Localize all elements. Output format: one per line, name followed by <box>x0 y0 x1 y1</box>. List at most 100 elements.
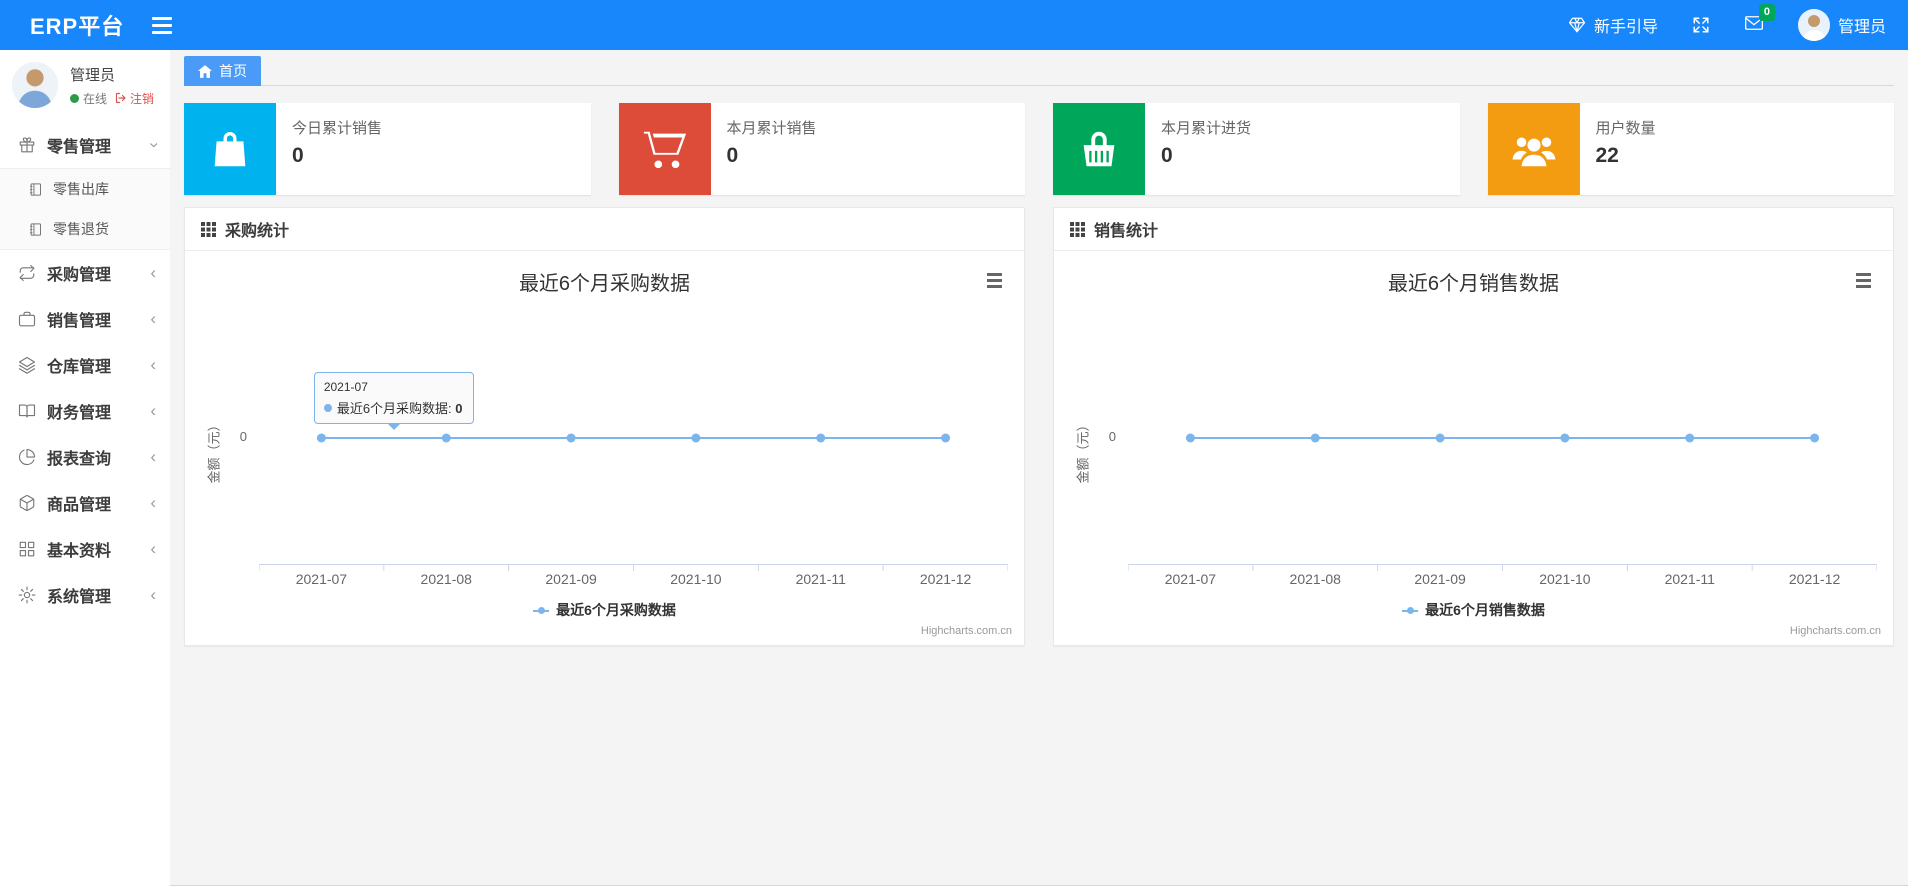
tab-home-label: 首页 <box>219 63 247 79</box>
chevron-left-icon: ‹ <box>150 493 156 512</box>
sidebar-item-button[interactable]: 仓库管理 ‹ <box>0 342 170 388</box>
chevron-left-icon: ‹ <box>150 585 156 604</box>
stat-card-1[interactable]: 本月累计销售 0 <box>618 103 1025 195</box>
stat-card-0[interactable]: 今日累计销售 0 <box>184 103 591 195</box>
chart-context-menu-icon[interactable] <box>987 273 1002 288</box>
stat-card-3[interactable]: 用户数量 22 <box>1487 103 1894 195</box>
sidebar-item-label: 报表查询 <box>47 451 112 468</box>
stat-card-title: 今日累计销售 <box>292 120 383 137</box>
x-axis-line <box>259 564 1008 571</box>
sidebar-item-5: 报表查询 ‹ <box>0 434 170 480</box>
sidebar-item-button[interactable]: 零售管理 ‹ <box>0 122 170 168</box>
sidebar-subitem-button[interactable]: 零售出库 <box>0 169 170 209</box>
sidebar-item-button[interactable]: 商品管理 ‹ <box>0 480 170 526</box>
stat-card-title: 本月累计销售 <box>726 120 817 137</box>
chart-credits[interactable]: Highcharts.com.cn <box>921 625 1012 637</box>
data-point-marker[interactable] <box>1310 433 1320 443</box>
sidebar-item-label: 商品管理 <box>47 497 112 514</box>
sidebar-username: 管理员 <box>70 66 116 84</box>
chevron-left-icon: ‹ <box>150 539 156 558</box>
series-line <box>316 433 951 443</box>
x-axis-label: 2021-11 <box>795 571 846 587</box>
sidebar-submenu: 零售出库 零售退货 <box>0 168 170 250</box>
stat-card-title: 本月累计进货 <box>1161 120 1252 137</box>
x-axis-label: 2021-12 <box>1788 571 1841 587</box>
x-axis-labels: 2021-07 2021-08 2021-09 2021-10 2021-11 2021-… <box>259 571 1008 589</box>
shopping-bag-icon <box>184 103 276 195</box>
sidebar-item-4: 财务管理 ‹ <box>0 388 170 434</box>
data-point-marker[interactable] <box>316 433 326 443</box>
sidebar-item-1: 采购管理 ‹ <box>0 250 170 296</box>
chevron-left-icon: ‹ <box>150 401 156 420</box>
pie-chart-icon <box>18 448 36 466</box>
sidebar-item-label: 零售管理 <box>47 139 112 156</box>
sidebar-subitem-button[interactable]: 零售退货 <box>0 209 170 249</box>
sidebar-item-button[interactable]: 报表查询 ‹ <box>0 434 170 480</box>
panel-title: 销售统计 <box>1094 223 1159 240</box>
sidebar-item-button[interactable]: 基本资料 ‹ <box>0 526 170 572</box>
sidebar-menu: 零售管理 ‹ 零售出库 零售退货 采购管理 ‹ 销售管理 ‹ 仓库管理 ‹ 财务管理 ‹ 报表查询 ‹ 商品… <box>0 122 170 618</box>
stat-card-value: 0 <box>726 144 739 167</box>
fullscreen-button[interactable] <box>1692 16 1710 34</box>
stat-card-2[interactable]: 本月累计进货 0 <box>1053 103 1460 195</box>
sidebar-item-label: 销售管理 <box>47 313 112 330</box>
tab-bar: 首页 <box>184 56 1894 86</box>
data-point-marker[interactable] <box>1435 433 1445 443</box>
chart-context-menu-icon[interactable] <box>1856 273 1871 288</box>
x-axis-label: 2021-10 <box>1539 571 1591 587</box>
repeat-icon <box>18 264 36 282</box>
data-point-marker[interactable] <box>1685 433 1695 443</box>
data-point-marker[interactable] <box>816 433 826 443</box>
sidebar-item-label: 系统管理 <box>47 589 112 606</box>
chart-legend[interactable]: 最近6个月销售数据 <box>1054 600 1893 620</box>
sidebar-subitem-label: 零售出库 <box>53 181 109 197</box>
grid-icon <box>18 540 36 558</box>
messages-button[interactable]: 0 <box>1744 3 1775 37</box>
x-axis-line <box>1128 564 1877 571</box>
sidebar-item-button[interactable]: 财务管理 ‹ <box>0 388 170 434</box>
data-point-marker[interactable] <box>691 433 701 443</box>
data-point-marker[interactable] <box>1560 433 1570 443</box>
data-point-marker[interactable] <box>441 433 451 443</box>
chart-credits[interactable]: Highcharts.com.cn <box>1790 625 1881 637</box>
plot-area <box>259 301 1008 564</box>
user-menu[interactable]: 管理员 <box>1797 9 1886 41</box>
sidebar-user-block: 管理员 在线 注销 <box>0 50 170 122</box>
y-axis-tick-label: 0 <box>239 429 247 444</box>
guide-menu-item[interactable]: 新手引导 <box>1568 13 1658 37</box>
data-point-marker[interactable] <box>1810 433 1820 443</box>
stat-card-value: 0 <box>292 144 304 167</box>
layers-icon <box>18 356 36 374</box>
footer-divider <box>170 885 1908 889</box>
sidebar-item-8: 系统管理 ‹ <box>0 572 170 618</box>
chevron-left-icon: ‹ <box>150 263 156 282</box>
chart-panels-row: 采购统计 最近6个月采购数据 金额（元） 0 2021-07 2021-08 202… <box>184 207 1894 646</box>
sidebar-subitem-label: 零售退货 <box>53 221 109 237</box>
legend-label: 最近6个月销售数据 <box>1425 602 1545 618</box>
logout-link[interactable]: 注销 <box>115 90 154 107</box>
home-icon <box>198 64 212 78</box>
chart-legend[interactable]: 最近6个月采购数据 <box>185 600 1024 620</box>
briefcase-icon <box>18 310 36 328</box>
notebook-icon <box>28 222 43 237</box>
logout-label: 注销 <box>130 91 155 106</box>
tab-home[interactable]: 首页 <box>184 56 261 86</box>
sidebar-item-button[interactable]: 采购管理 ‹ <box>0 250 170 296</box>
app-brand: ERP平台 <box>30 14 125 39</box>
sidebar-item-button[interactable]: 系统管理 ‹ <box>0 572 170 618</box>
notebook-icon <box>28 182 43 197</box>
sidebar-item-button[interactable]: 销售管理 ‹ <box>0 296 170 342</box>
sidebar-item-7: 基本资料 ‹ <box>0 526 170 572</box>
data-point-marker[interactable] <box>941 433 951 443</box>
x-axis-label: 2021-08 <box>1289 571 1341 587</box>
stat-card-title: 用户数量 <box>1595 120 1656 137</box>
data-point-marker[interactable] <box>566 433 576 443</box>
book-open-icon <box>18 402 36 420</box>
x-axis-labels: 2021-07 2021-08 2021-09 2021-10 2021-11 2021-… <box>1128 571 1877 589</box>
data-point-marker[interactable] <box>1185 433 1195 443</box>
legend-marker-icon <box>533 606 550 615</box>
sidebar-toggle-icon[interactable] <box>152 16 173 34</box>
online-status-label: 在线 <box>83 91 108 106</box>
stat-card-value: 22 <box>1595 144 1619 167</box>
username-label: 管理员 <box>1837 19 1886 36</box>
